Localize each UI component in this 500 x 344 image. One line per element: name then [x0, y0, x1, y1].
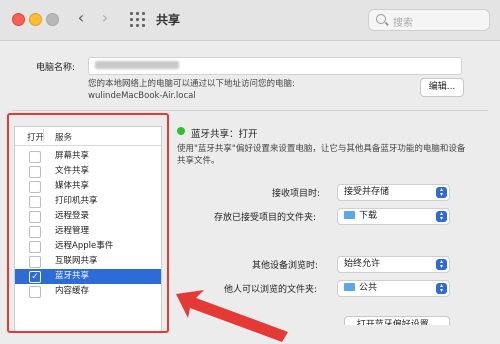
receive-label: 接收项目时: [272, 189, 321, 199]
computer-name-field[interactable] [88, 57, 462, 75]
zoom-window-button[interactable] [46, 13, 59, 26]
window-title: 共享 [156, 13, 181, 27]
address-hint: 您的本地网络上的电脑可以通过以下地址访问您的电脑: [88, 79, 295, 89]
receive-popup[interactable]: 接受并存储 ▴ ▾ [337, 184, 450, 201]
receive-value: 接受并存储 [344, 187, 390, 197]
store-folder-value: 下载 [359, 211, 378, 221]
annotation-box [7, 113, 169, 333]
browsable-folder-value: 公共 [359, 283, 378, 293]
browsable-folder-popup[interactable]: 公共 ▴ ▾ [337, 280, 450, 297]
close-window-button[interactable] [12, 13, 25, 26]
search-icon [376, 14, 386, 24]
description-line-1: 使用"蓝牙共享"偏好设置来设置电脑，让它与其他具备蓝牙功能的电脑和设备 [177, 144, 466, 154]
computer-name-value-redacted [95, 61, 179, 69]
description-line-2: 共享文件。 [177, 156, 220, 166]
popup-chevron-icon: ▴ ▾ [436, 283, 447, 294]
search-field[interactable]: 搜索 [368, 9, 490, 31]
popup-chevron-icon: ▴ ▾ [436, 259, 447, 270]
status-text: 蓝牙共享：打开 [191, 129, 258, 140]
forward-arrow-icon[interactable]: › [96, 9, 114, 29]
browse-value: 始终允许 [344, 259, 381, 269]
computer-name-label: 电脑名称: [36, 63, 76, 73]
edit-button[interactable]: 编辑... [420, 78, 464, 97]
show-all-grid-icon[interactable] [130, 12, 145, 27]
browsable-folder-label: 他人可以浏览的文件夹: [224, 285, 318, 295]
popup-chevron-icon: ▴ ▾ [436, 211, 447, 222]
back-arrow-icon[interactable]: ‹ [72, 9, 90, 29]
divider [12, 110, 488, 111]
minimize-window-button[interactable] [29, 13, 42, 26]
browse-popup[interactable]: 始终允许 ▴ ▾ [337, 256, 450, 273]
open-bluetooth-preferences-button[interactable]: 打开蓝牙偏好设置... [344, 316, 450, 325]
title-bar: ‹ › 共享 搜索 [0, 0, 500, 41]
local-address: wulindeMacBook-Air.local [88, 91, 196, 101]
store-folder-label: 存放已接受项目的文件夹: [214, 213, 317, 223]
folder-icon [344, 283, 355, 291]
store-folder-popup[interactable]: 下载 ▴ ▾ [337, 208, 450, 225]
search-placeholder: 搜索 [393, 18, 413, 29]
folder-icon [344, 211, 355, 219]
browse-label: 其他设备浏览时: [252, 261, 319, 271]
status-indicator-icon [177, 127, 185, 135]
popup-chevron-icon: ▴ ▾ [436, 187, 447, 198]
